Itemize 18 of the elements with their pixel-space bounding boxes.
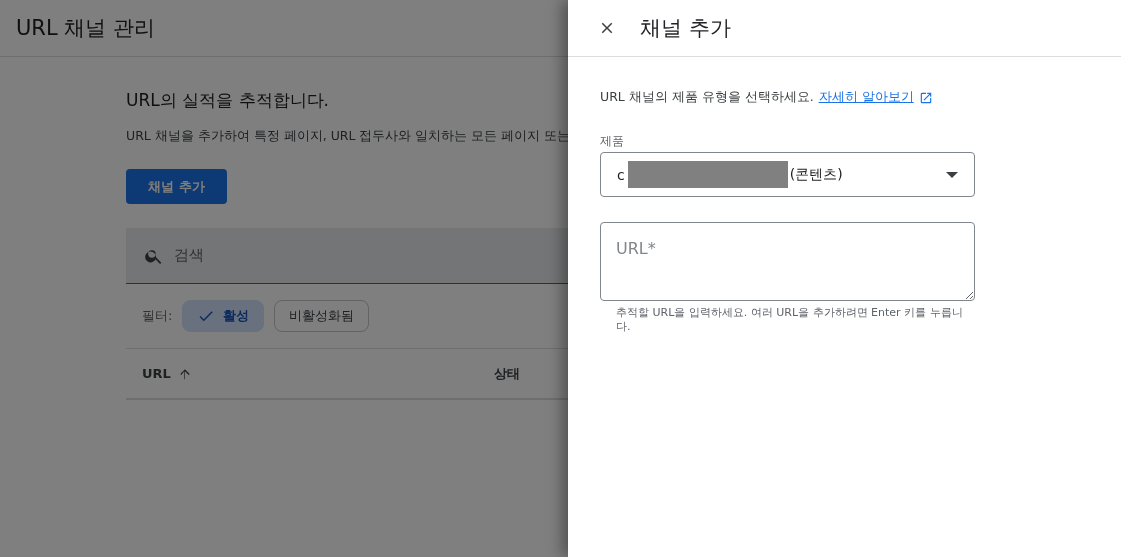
drawer-title: 채널 추가 — [640, 15, 731, 42]
product-select[interactable]: c (콘텐츠) — [600, 152, 975, 197]
url-input-field[interactable]: URL* — [600, 222, 975, 301]
filter-chip[interactable]: 활성 — [182, 300, 265, 332]
search-field[interactable]: 검색 — [126, 228, 568, 284]
external-link-icon[interactable] — [918, 90, 933, 105]
add-channel-button[interactable]: 채널 추가 — [126, 169, 227, 204]
helper-text: 추적할 URL을 입력하세요. 여러 URL을 추가하려면 Enter 키를 누릅니다. — [616, 306, 964, 334]
page-title: URL 채널 관리 — [16, 15, 155, 42]
section-heading: URL의 실적을 추적합니다. — [126, 89, 330, 112]
column-header[interactable]: 상태 — [494, 365, 520, 381]
dropdown-caret-icon — [946, 171, 958, 178]
column-header[interactable]: URL — [142, 366, 171, 381]
field-label: 제품 — [600, 134, 624, 149]
intro-text: URL 채널의 제품 유형을 선택하세요. — [600, 89, 814, 106]
filter-chip[interactable]: 비활성화됨 — [274, 300, 370, 332]
learn-more-link[interactable]: 자세히 알아보기 — [818, 89, 914, 106]
filter-label: 필터: — [142, 307, 173, 325]
